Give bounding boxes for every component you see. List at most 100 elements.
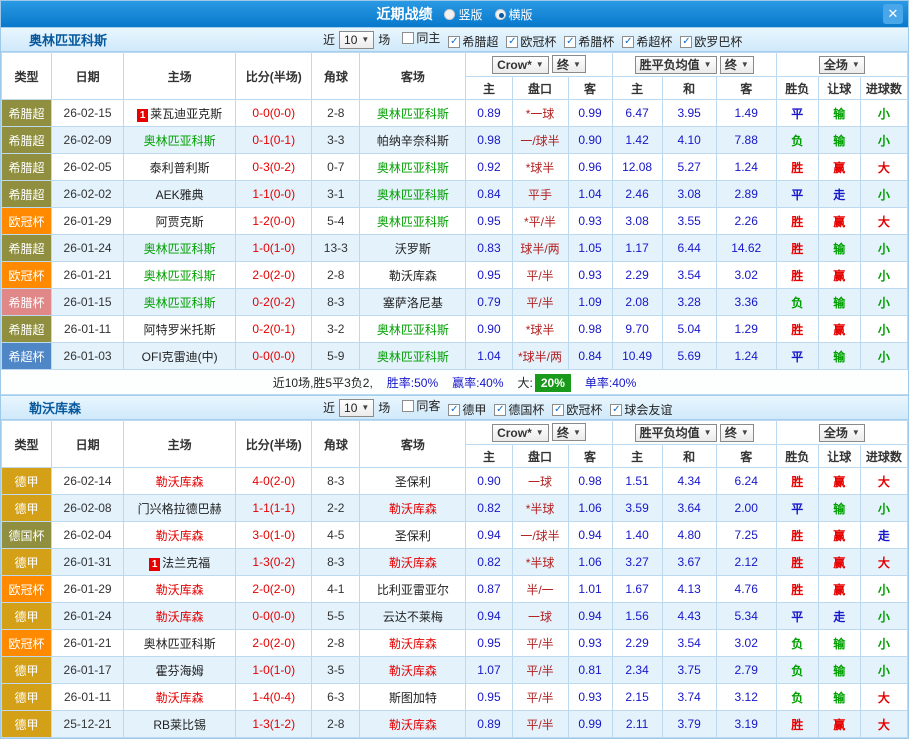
away-team[interactable]: 圣保利 bbox=[359, 521, 467, 549]
league-type-badge: 欧冠杯 bbox=[0, 207, 53, 235]
goals-flag: 小 bbox=[859, 575, 909, 603]
away-team[interactable]: 奥林匹亚科斯 bbox=[359, 315, 467, 343]
away-team[interactable]: 奥林匹亚科斯 bbox=[359, 207, 467, 235]
close-icon[interactable]: ✕ bbox=[883, 4, 903, 24]
filter-同主[interactable]: 同主 bbox=[402, 29, 440, 46]
asia-final-select[interactable]: 终 bbox=[552, 423, 586, 442]
home-team[interactable]: 1 莱瓦迪亚克斯 bbox=[123, 99, 237, 127]
europe-avg-select[interactable]: 胜平负均值 bbox=[634, 55, 717, 74]
filter-希腊超[interactable]: ✓ 希腊超 bbox=[448, 33, 498, 50]
odds-company-select[interactable]: Crow* bbox=[492, 423, 549, 442]
match-row: 希腊杯 26-01-15 奥林匹亚科斯 0-2(0-2) 8-3 塞萨洛尼基 0.79 平/半… bbox=[0, 288, 909, 316]
away-team[interactable]: 勒沃库森 bbox=[359, 629, 467, 657]
league-type-badge: 德甲 bbox=[0, 656, 53, 684]
home-team[interactable]: 勒沃库森 bbox=[123, 602, 237, 630]
checkbox-icon: ✓ bbox=[680, 35, 693, 48]
europe-final-select[interactable]: 终 bbox=[719, 423, 754, 442]
home-team[interactable]: 泰利普利斯 bbox=[123, 153, 237, 181]
home-team[interactable]: 勒沃库森 bbox=[123, 683, 237, 711]
home-team[interactable]: 阿特罗米托斯 bbox=[123, 315, 237, 343]
away-team[interactable]: 斯图加特 bbox=[359, 683, 467, 711]
home-team[interactable]: 勒沃库森 bbox=[123, 521, 237, 549]
layout-radio-vertical[interactable]: 竖版 bbox=[444, 6, 483, 23]
summary-big: 大: 20% bbox=[518, 373, 571, 392]
recent-count-select[interactable]: 10 bbox=[339, 30, 375, 49]
away-team[interactable]: 帕纳辛奈科斯 bbox=[359, 126, 467, 154]
match-row: 德甲 26-02-14 勒沃库森 4-0(2-0) 8-3 圣保利 0.90 一球 0.98 1.… bbox=[0, 467, 909, 495]
away-team[interactable]: 奥林匹亚科斯 bbox=[359, 342, 467, 370]
away-team[interactable]: 奥林匹亚科斯 bbox=[359, 180, 467, 208]
home-team[interactable]: 勒沃库森 bbox=[123, 575, 237, 603]
away-team[interactable]: 勒沃库森 bbox=[359, 548, 467, 576]
odds-company-select[interactable]: Crow* bbox=[492, 55, 549, 74]
europe-avg-select[interactable]: 胜平负均值 bbox=[634, 423, 717, 442]
handicap-result-flag: 输 bbox=[817, 683, 861, 711]
col-goals: 进球数 bbox=[859, 76, 909, 100]
home-team[interactable]: OFI克雷迪(中) bbox=[123, 342, 237, 370]
filter-球会友谊[interactable]: ✓ 球会友谊 bbox=[610, 401, 672, 418]
europe-final-select[interactable]: 终 bbox=[719, 55, 754, 74]
checkbox-icon: ✓ bbox=[610, 403, 623, 416]
filter-希超杯[interactable]: ✓ 希超杯 bbox=[622, 33, 672, 50]
away-team[interactable]: 奥林匹亚科斯 bbox=[359, 153, 467, 181]
filter-同客[interactable]: 同客 bbox=[402, 397, 440, 414]
match-date: 25-12-21 bbox=[51, 710, 125, 738]
away-team[interactable]: 云达不莱梅 bbox=[359, 602, 467, 630]
asia-home-odds: 0.84 bbox=[465, 180, 513, 208]
filter-德甲[interactable]: ✓ 德甲 bbox=[448, 401, 486, 418]
eu-home-odds: 3.08 bbox=[611, 207, 663, 235]
home-team[interactable]: 奥林匹亚科斯 bbox=[123, 629, 237, 657]
match-date: 26-01-11 bbox=[51, 315, 125, 343]
eu-draw-odds: 5.04 bbox=[661, 315, 717, 343]
filter-欧罗巴杯[interactable]: ✓ 欧罗巴杯 bbox=[680, 33, 742, 50]
recent-count-select[interactable]: 10 bbox=[339, 398, 375, 417]
team-section-header-1: 奥林匹亚科斯 近 10 场 同主 ✓希腊超 ✓欧冠杯 ✓希腊杯 ✓希超杯 ✓欧罗巴杯 bbox=[1, 27, 908, 52]
match-date: 26-01-24 bbox=[51, 602, 125, 630]
away-team[interactable]: 比利亚雷亚尔 bbox=[359, 575, 467, 603]
home-team[interactable]: 门兴格拉德巴赫 bbox=[123, 494, 237, 522]
home-team[interactable]: 1 法兰克福 bbox=[123, 548, 237, 576]
goals-flag: 小 bbox=[859, 261, 909, 289]
asia-away-odds: 0.98 bbox=[567, 467, 613, 495]
goals-flag: 大 bbox=[859, 467, 909, 495]
home-team[interactable]: 奥林匹亚科斯 bbox=[123, 234, 237, 262]
home-team[interactable]: 奥林匹亚科斯 bbox=[123, 126, 237, 154]
match-date: 26-01-24 bbox=[51, 234, 125, 262]
away-team[interactable]: 勒沃库森 bbox=[359, 656, 467, 684]
away-team[interactable]: 勒沃库森 bbox=[359, 710, 467, 738]
filter-欧冠杯[interactable]: ✓ 欧冠杯 bbox=[552, 401, 602, 418]
corner-count: 2-2 bbox=[311, 494, 361, 522]
league-type-badge: 希腊超 bbox=[0, 99, 53, 127]
away-team[interactable]: 勒沃库森 bbox=[359, 494, 467, 522]
filter-德国杯[interactable]: ✓ 德国杯 bbox=[494, 401, 544, 418]
filter-希腊杯[interactable]: ✓ 希腊杯 bbox=[564, 33, 614, 50]
away-team[interactable]: 圣保利 bbox=[359, 467, 467, 495]
away-team[interactable]: 塞萨洛尼基 bbox=[359, 288, 467, 316]
home-team[interactable]: 奥林匹亚科斯 bbox=[123, 288, 237, 316]
eu-draw-odds: 4.10 bbox=[661, 126, 717, 154]
away-team[interactable]: 沃罗斯 bbox=[359, 234, 467, 262]
away-team[interactable]: 勒沃库森 bbox=[359, 261, 467, 289]
asia-handicap: 球半/两 bbox=[511, 234, 569, 262]
asia-home-odds: 0.82 bbox=[465, 548, 513, 576]
asia-final-select[interactable]: 终 bbox=[552, 55, 586, 74]
scope-select[interactable]: 全场 bbox=[818, 55, 865, 74]
eu-draw-odds: 4.43 bbox=[661, 602, 717, 630]
home-team[interactable]: RB莱比锡 bbox=[123, 710, 237, 738]
eu-away-odds: 1.29 bbox=[715, 315, 777, 343]
league-type-badge: 欧冠杯 bbox=[0, 629, 53, 657]
home-team[interactable]: 勒沃库森 bbox=[123, 467, 237, 495]
radio-icon bbox=[444, 8, 456, 20]
home-team[interactable]: 阿贾克斯 bbox=[123, 207, 237, 235]
scope-select[interactable]: 全场 bbox=[818, 423, 865, 442]
filter-欧冠杯[interactable]: ✓ 欧冠杯 bbox=[506, 33, 556, 50]
away-team[interactable]: 奥林匹亚科斯 bbox=[359, 99, 467, 127]
layout-radio-horizontal[interactable]: 横版 bbox=[494, 6, 533, 23]
home-team[interactable]: 奥林匹亚科斯 bbox=[123, 261, 237, 289]
asia-home-odds: 0.83 bbox=[465, 234, 513, 262]
eu-home-odds: 1.56 bbox=[611, 602, 663, 630]
home-team[interactable]: 霍芬海姆 bbox=[123, 656, 237, 684]
home-team[interactable]: AEK雅典 bbox=[123, 180, 237, 208]
handicap-result-flag: 输 bbox=[817, 656, 861, 684]
checkbox-icon bbox=[402, 399, 415, 412]
